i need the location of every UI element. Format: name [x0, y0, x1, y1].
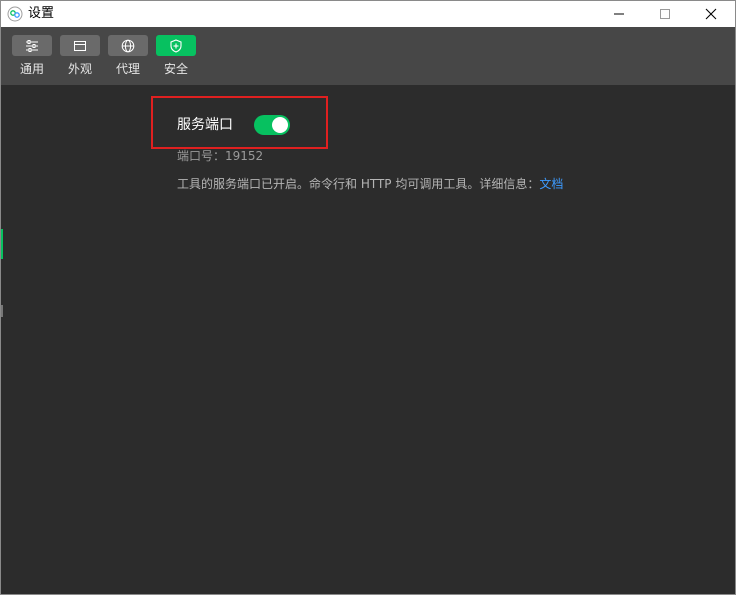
tab-appearance-label: 外观 — [67, 62, 92, 76]
globe-icon — [121, 39, 135, 52]
tab-general-label: 通用 — [19, 62, 44, 76]
tab-general-button[interactable] — [12, 35, 52, 56]
window-layout-icon — [74, 40, 86, 51]
port-number-text: 端口号：19152 — [177, 149, 264, 163]
close-icon — [705, 8, 717, 20]
maximize-button[interactable] — [642, 1, 688, 27]
doc-link[interactable]: 文档 — [539, 177, 563, 191]
tab-security-label: 安全 — [163, 62, 188, 76]
window-title: 设置 — [28, 6, 55, 21]
service-port-label: 服务端口 — [177, 117, 233, 133]
description-text: 工具的服务端口已开启。命令行和 HTTP 均可调用工具。详细信息： — [177, 177, 540, 191]
tab-security[interactable]: 安全 — [156, 35, 196, 76]
settings-window: 设置 通用 外观 代理 安全 服务端口 端口号：19152 工具的服务端口已开启… — [0, 0, 736, 595]
tab-general[interactable]: 通用 — [12, 35, 52, 76]
close-button[interactable] — [688, 1, 734, 27]
app-icon — [7, 6, 23, 22]
sliders-icon — [26, 39, 38, 52]
settings-toolbar: 通用 外观 代理 安全 — [1, 27, 735, 85]
tab-proxy-button[interactable] — [108, 35, 148, 56]
tab-proxy[interactable]: 代理 — [108, 35, 148, 76]
service-port-toggle[interactable] — [254, 115, 290, 135]
tab-appearance-button[interactable] — [60, 35, 100, 56]
edge-indicator-secondary — [1, 305, 3, 317]
minimize-button[interactable] — [596, 1, 642, 27]
minimize-icon — [614, 13, 624, 15]
shield-icon — [170, 38, 182, 53]
tab-security-button[interactable] — [156, 35, 196, 56]
maximize-icon — [660, 9, 670, 19]
title-bar: 设置 — [1, 1, 735, 27]
service-port-description: 工具的服务端口已开启。命令行和 HTTP 均可调用工具。详细信息：文档 — [177, 176, 563, 192]
tab-appearance[interactable]: 外观 — [60, 35, 100, 76]
edge-indicator — [1, 229, 3, 259]
tab-proxy-label: 代理 — [115, 62, 140, 76]
security-panel: 服务端口 端口号：19152 工具的服务端口已开启。命令行和 HTTP 均可调用… — [1, 85, 735, 594]
toggle-knob — [272, 117, 288, 133]
